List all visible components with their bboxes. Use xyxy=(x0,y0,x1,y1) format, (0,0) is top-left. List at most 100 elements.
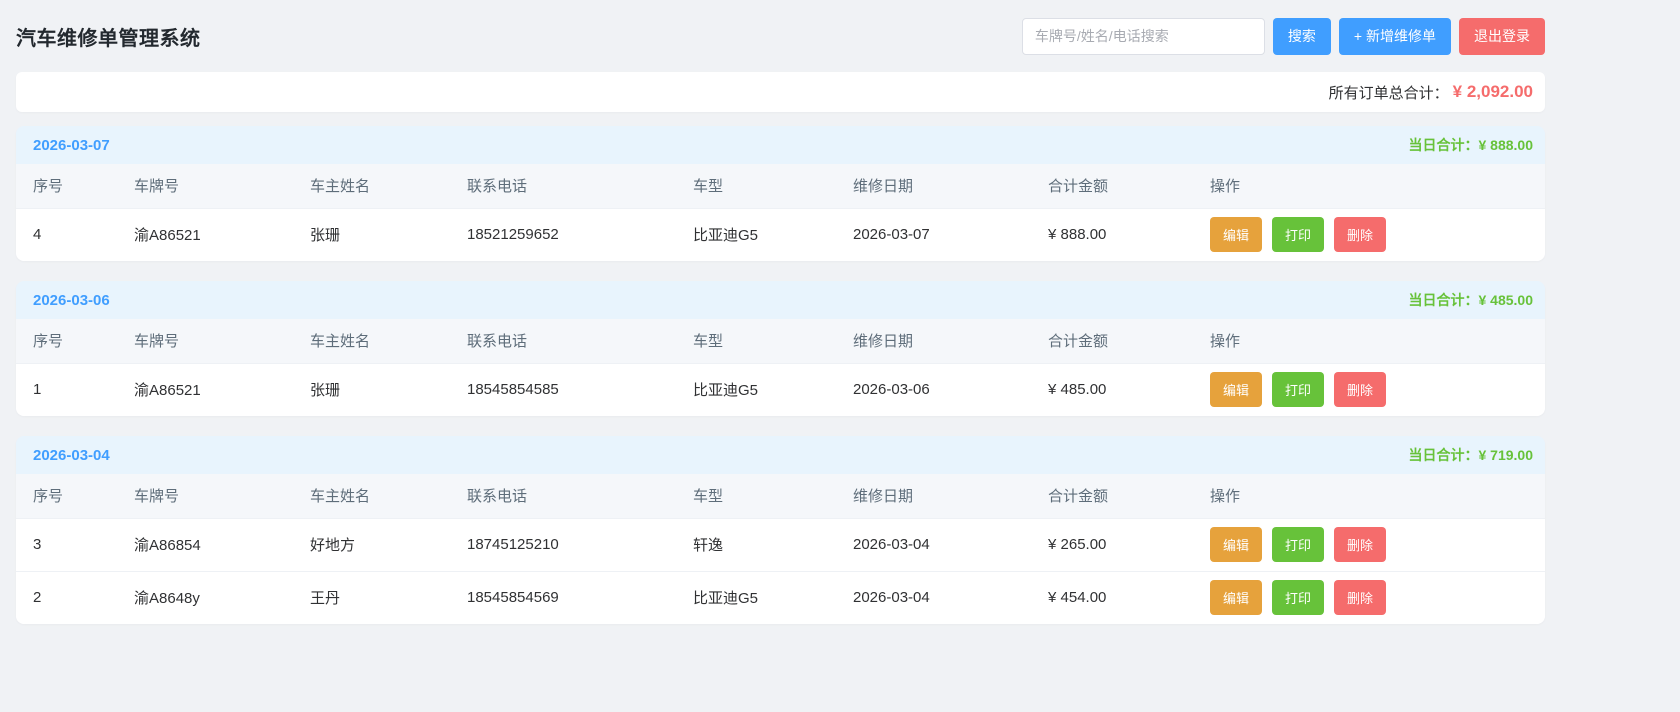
orders-total-bar: 所有订单总合计： ¥ 2,092.00 xyxy=(16,72,1545,112)
repair-order-row: 4渝A86521张珊18521259652比亚迪G52026-03-07¥ 88… xyxy=(16,208,1545,261)
add-repair-order-button[interactable]: + 新增维修单 xyxy=(1339,18,1451,55)
column-header: 序号 xyxy=(16,164,117,208)
cell-amount: ¥ 888.00 xyxy=(1031,208,1193,261)
edit-button[interactable]: 编辑 xyxy=(1210,372,1262,407)
cell-repair-date: 2026-03-04 xyxy=(836,518,1031,571)
repair-order-row: 3渝A86854好地方18745125210轩逸2026-03-04¥ 265.… xyxy=(16,518,1545,571)
cell-seq: 3 xyxy=(16,518,117,571)
delete-button[interactable]: 删除 xyxy=(1334,217,1386,252)
cell-amount: ¥ 265.00 xyxy=(1031,518,1193,571)
column-header: 车型 xyxy=(676,319,836,363)
app-title: 汽车维修单管理系统 xyxy=(16,22,201,51)
orders-table: 序号车牌号车主姓名联系电话车型维修日期合计金额操作3渝A86854好地方1874… xyxy=(16,474,1545,624)
print-button[interactable]: 打印 xyxy=(1272,217,1324,252)
edit-button[interactable]: 编辑 xyxy=(1210,217,1262,252)
date-group: 2026-03-07当日合计：¥ 888.00序号车牌号车主姓名联系电话车型维修… xyxy=(16,126,1545,261)
column-header: 合计金额 xyxy=(1031,164,1193,208)
cell-plate: 渝A86521 xyxy=(117,208,293,261)
column-header: 联系电话 xyxy=(450,474,676,518)
column-header: 维修日期 xyxy=(836,319,1031,363)
column-header: 车主姓名 xyxy=(293,319,450,363)
print-button[interactable]: 打印 xyxy=(1272,580,1324,615)
cell-plate: 渝A86521 xyxy=(117,363,293,416)
edit-button[interactable]: 编辑 xyxy=(1210,527,1262,562)
cell-actions: 编辑打印删除 xyxy=(1193,208,1545,261)
cell-model: 比亚迪G5 xyxy=(676,208,836,261)
column-header: 联系电话 xyxy=(450,164,676,208)
daily-total: 当日合计：¥ 719.00 xyxy=(1409,445,1534,465)
print-button[interactable]: 打印 xyxy=(1272,527,1324,562)
search-input[interactable] xyxy=(1022,18,1265,55)
column-header: 车牌号 xyxy=(117,474,293,518)
cell-phone: 18545854569 xyxy=(450,571,676,624)
column-header: 序号 xyxy=(16,474,117,518)
cell-seq: 2 xyxy=(16,571,117,624)
cell-amount: ¥ 485.00 xyxy=(1031,363,1193,416)
delete-button[interactable]: 删除 xyxy=(1334,527,1386,562)
orders-table: 序号车牌号车主姓名联系电话车型维修日期合计金额操作1渝A86521张珊18545… xyxy=(16,319,1545,416)
cell-repair-date: 2026-03-04 xyxy=(836,571,1031,624)
orders-total-label: 所有订单总合计： xyxy=(1329,82,1449,103)
logout-button[interactable]: 退出登录 xyxy=(1459,18,1545,55)
cell-repair-date: 2026-03-07 xyxy=(836,208,1031,261)
column-header: 车牌号 xyxy=(117,164,293,208)
daily-total-label: 当日合计： xyxy=(1409,292,1479,308)
delete-button[interactable]: 删除 xyxy=(1334,372,1386,407)
group-date: 2026-03-04 xyxy=(33,447,110,464)
cell-phone: 18745125210 xyxy=(450,518,676,571)
cell-owner: 好地方 xyxy=(293,518,450,571)
print-button[interactable]: 打印 xyxy=(1272,372,1324,407)
column-header: 合计金额 xyxy=(1031,474,1193,518)
date-group-header: 2026-03-06 当日合计：¥ 485.00 xyxy=(16,281,1545,319)
page: 汽车维修单管理系统 搜索 + 新增维修单 退出登录 所有订单总合计： ¥ 2,0… xyxy=(16,0,1545,624)
search-button[interactable]: 搜索 xyxy=(1273,18,1331,55)
column-header: 车型 xyxy=(676,474,836,518)
column-header: 操作 xyxy=(1193,164,1545,208)
cell-model: 轩逸 xyxy=(676,518,836,571)
daily-total-amount: ¥ 888.00 xyxy=(1479,137,1534,153)
delete-button[interactable]: 删除 xyxy=(1334,580,1386,615)
cell-model: 比亚迪G5 xyxy=(676,363,836,416)
cell-amount: ¥ 454.00 xyxy=(1031,571,1193,624)
cell-phone: 18521259652 xyxy=(450,208,676,261)
orders-table: 序号车牌号车主姓名联系电话车型维修日期合计金额操作4渝A86521张珊18521… xyxy=(16,164,1545,261)
date-group-header: 2026-03-07当日合计：¥ 888.00 xyxy=(16,126,1545,164)
group-date: 2026-03-06 xyxy=(33,292,110,309)
table-header-row: 序号车牌号车主姓名联系电话车型维修日期合计金额操作 xyxy=(16,164,1545,208)
cell-actions: 编辑打印删除 xyxy=(1193,571,1545,624)
column-header: 维修日期 xyxy=(836,474,1031,518)
column-header: 合计金额 xyxy=(1031,319,1193,363)
date-groups-container: 2026-03-07当日合计：¥ 888.00序号车牌号车主姓名联系电话车型维修… xyxy=(16,126,1545,624)
date-group-header: 2026-03-04 当日合计：¥ 719.00 xyxy=(16,436,1545,474)
cell-actions: 编辑打印删除 xyxy=(1193,518,1545,571)
cell-seq: 4 xyxy=(16,208,117,261)
daily-total-amount: ¥ 485.00 xyxy=(1479,292,1534,308)
cell-owner: 张珊 xyxy=(293,208,450,261)
group-date: 2026-03-07 xyxy=(33,137,110,154)
repair-order-row: 2渝A8648y王丹18545854569比亚迪G52026-03-04¥ 45… xyxy=(16,571,1545,624)
column-header: 车牌号 xyxy=(117,319,293,363)
cell-plate: 渝A8648y xyxy=(117,571,293,624)
table-header-row: 序号车牌号车主姓名联系电话车型维修日期合计金额操作 xyxy=(16,319,1545,363)
table-header-row: 序号车牌号车主姓名联系电话车型维修日期合计金额操作 xyxy=(16,474,1545,518)
date-group: 2026-03-06当日合计：¥ 485.00序号车牌号车主姓名联系电话车型维修… xyxy=(16,281,1545,416)
cell-phone: 18545854585 xyxy=(450,363,676,416)
column-header: 联系电话 xyxy=(450,319,676,363)
column-header: 车型 xyxy=(676,164,836,208)
daily-total-label: 当日合计： xyxy=(1409,447,1479,463)
cell-plate: 渝A86854 xyxy=(117,518,293,571)
column-header: 车主姓名 xyxy=(293,474,450,518)
repair-order-row: 1渝A86521张珊18545854585比亚迪G52026-03-06¥ 48… xyxy=(16,363,1545,416)
edit-button[interactable]: 编辑 xyxy=(1210,580,1262,615)
orders-total-amount: ¥ 2,092.00 xyxy=(1453,82,1533,102)
daily-total: 当日合计：¥ 485.00 xyxy=(1409,290,1534,310)
header-controls: 搜索 + 新增维修单 退出登录 xyxy=(1022,18,1545,55)
column-header: 操作 xyxy=(1193,319,1545,363)
cell-repair-date: 2026-03-06 xyxy=(836,363,1031,416)
cell-actions: 编辑打印删除 xyxy=(1193,363,1545,416)
column-header: 操作 xyxy=(1193,474,1545,518)
cell-seq: 1 xyxy=(16,363,117,416)
daily-total-amount: ¥ 719.00 xyxy=(1479,447,1534,463)
column-header: 车主姓名 xyxy=(293,164,450,208)
app-header: 汽车维修单管理系统 搜索 + 新增维修单 退出登录 xyxy=(16,0,1545,72)
